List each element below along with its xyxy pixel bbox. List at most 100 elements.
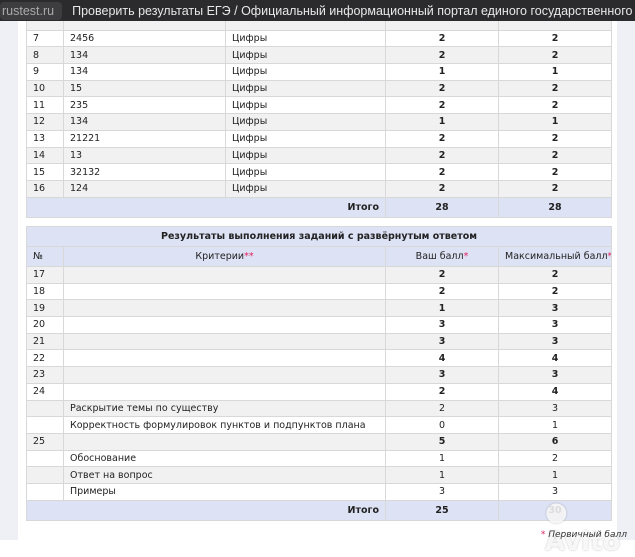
max-score-cell: 1: [498, 113, 612, 131]
criterion-cell: Обоснование: [63, 449, 386, 468]
answer-cell: 134: [63, 113, 226, 131]
task-row: 20 3 3: [26, 316, 613, 334]
table-row: 13 21221 Цифры 2 2: [26, 129, 612, 148]
task-number: 23: [26, 366, 64, 384]
max-score-cell: 2: [498, 46, 612, 65]
max-score-cell: 2: [498, 146, 612, 165]
site-domain[interactable]: rustest.ru: [0, 1, 63, 20]
max-score-cell: 1: [497, 466, 613, 484]
max-score-cell: 2: [497, 449, 613, 468]
criterion-cell: Примеры: [63, 482, 386, 501]
max-score-cell: 1: [498, 63, 612, 81]
score-cell: 2: [385, 96, 499, 115]
criterion-cell: [63, 282, 386, 301]
avito-watermark: ● Avito: [545, 497, 621, 557]
total-label: Итого: [26, 196, 386, 218]
criterion-cell: [63, 432, 386, 451]
table-row: 8 134 Цифры 2 2: [26, 46, 612, 65]
score-cell: 1: [385, 449, 499, 468]
task-row: 22 4 4: [26, 349, 613, 368]
footnote: * Первичный балл: [540, 530, 627, 540]
task-number: 22: [26, 349, 64, 368]
answer-cell: 134: [63, 63, 226, 81]
col-header-criteria: Критерии**: [63, 246, 386, 267]
criterion-cell: [63, 266, 386, 284]
score-cell: 3: [385, 482, 499, 501]
table-row: 11 235 Цифры 2 2: [26, 96, 612, 115]
page-title: Проверить результаты ЕГЭ / Официальный и…: [72, 3, 635, 18]
max-score-cell: 2: [498, 96, 612, 115]
max-score-cell: 4: [497, 349, 613, 368]
task-number: 17: [26, 266, 64, 284]
criterion-cell: [63, 349, 386, 368]
task-number: 13: [26, 129, 64, 148]
table-row: 12 134 Цифры 1 1: [26, 113, 612, 131]
score-cell: 1: [385, 113, 499, 131]
answer-cell: 2456: [63, 29, 226, 48]
score-cell: 3: [385, 332, 499, 351]
score-cell: 2: [385, 46, 499, 65]
task-row: 18 2 2: [26, 282, 613, 301]
max-score-cell: 4: [497, 382, 613, 401]
task-number: [26, 449, 64, 468]
task-number: 18: [26, 282, 64, 301]
max-score-cell: 3: [497, 366, 613, 384]
answer-type: Цифры: [225, 63, 386, 81]
criterion-cell: [63, 366, 386, 384]
answer-type: Цифры: [225, 146, 386, 165]
answer-cell: 21221: [63, 129, 226, 148]
max-score-cell: 6: [497, 432, 613, 451]
max-score-cell: 1: [497, 416, 613, 434]
score-cell: 1: [385, 63, 499, 81]
max-score-cell: 2: [498, 79, 612, 98]
task-number: [26, 416, 64, 434]
col-header-score: Ваш балл*: [385, 246, 499, 267]
total-label: Итого: [26, 499, 386, 521]
criterion-row: Корректность формулировок пунктов и подп…: [26, 416, 613, 434]
task-row: 25 5 6: [26, 432, 613, 451]
task-number: 11: [26, 96, 64, 115]
max-score-cell: 2: [497, 282, 613, 301]
score-cell: 2: [385, 282, 499, 301]
task-number: 15: [26, 163, 64, 181]
task-row: 19 1 3: [26, 299, 613, 318]
total-row: Итого 25 30: [26, 499, 613, 521]
task-row: 23 3 3: [26, 366, 613, 384]
total-score: 25: [385, 499, 499, 521]
table-row: 10 15 Цифры 2 2: [26, 79, 612, 98]
col-header-number: №: [26, 246, 64, 267]
task-number: [26, 482, 64, 501]
score-cell: 2: [385, 146, 499, 165]
criterion-row: Ответ на вопрос 1 1: [26, 466, 613, 484]
max-score-cell: 2: [497, 266, 613, 284]
criterion-cell: Корректность формулировок пунктов и подп…: [63, 416, 386, 434]
score-cell: 2: [385, 163, 499, 181]
short-answer-results-table: 7 2456 Цифры 2 2 8 134 Цифры 2 2 9 134 Цифры 1 1 10 15 Ци…: [26, 13, 612, 218]
total-max: 28: [498, 196, 612, 218]
score-cell: 2: [385, 129, 499, 148]
max-score-cell: 3: [497, 399, 613, 418]
task-number: 21: [26, 332, 64, 351]
answer-cell: 15: [63, 79, 226, 98]
max-score-cell: 3: [497, 299, 613, 318]
col-header-max: Максимальный балл*: [497, 246, 613, 267]
table-row: 7 2456 Цифры 2 2: [26, 29, 612, 48]
task-row: 24 2 4: [26, 382, 613, 401]
answer-cell: 32132: [63, 163, 226, 181]
score-cell: 2: [385, 179, 499, 198]
score-cell: 4: [385, 349, 499, 368]
max-score-cell: 2: [498, 29, 612, 48]
answer-cell: 13: [63, 146, 226, 165]
criterion-cell: [63, 382, 386, 401]
table-row: 14 13 Цифры 2 2: [26, 146, 612, 165]
criterion-cell: [63, 332, 386, 351]
task-number: 20: [26, 316, 64, 334]
score-cell: 2: [385, 399, 499, 418]
answer-type: Цифры: [225, 129, 386, 148]
score-cell: 1: [385, 466, 499, 484]
total-score: 28: [385, 196, 499, 218]
task-number: 7: [26, 29, 64, 48]
criterion-cell: [63, 316, 386, 334]
max-score-cell: 3: [497, 332, 613, 351]
answer-cell: 235: [63, 96, 226, 115]
